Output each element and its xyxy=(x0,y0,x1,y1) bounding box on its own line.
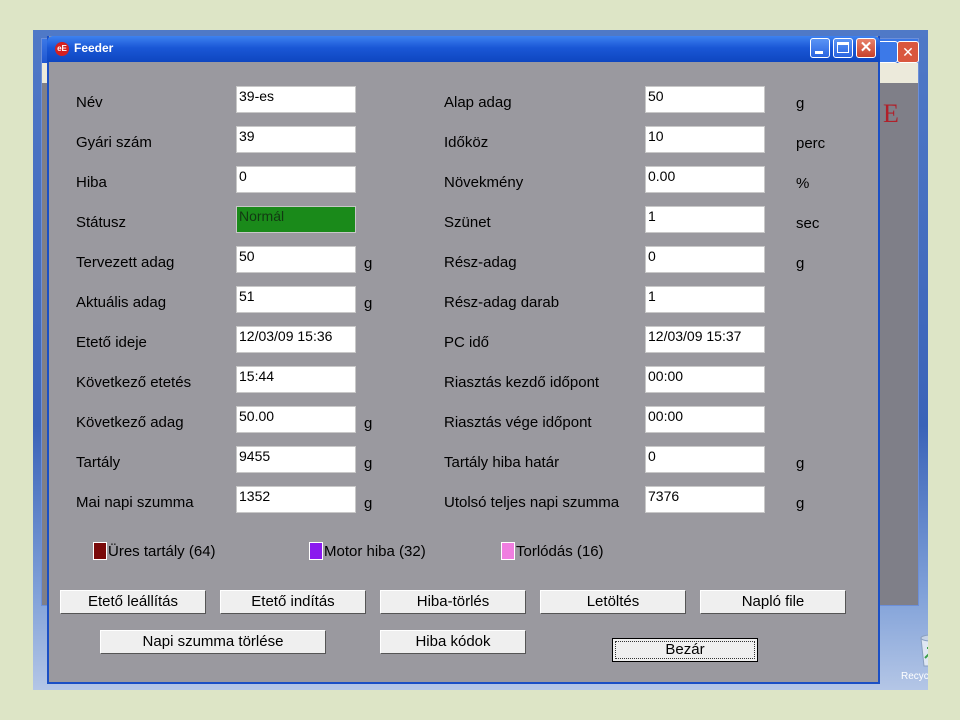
maximize-icon xyxy=(837,42,849,53)
aktualis-adag-field[interactable]: 51 xyxy=(236,286,356,313)
resz-adag-label: Rész-adag xyxy=(444,254,517,271)
kovetkezo-adag-field[interactable]: 50.00 xyxy=(236,406,356,433)
riasztas-kezdo-idopont-field[interactable]: 00:00 xyxy=(645,366,765,393)
statusz-label: Státusz xyxy=(76,214,127,231)
minimize-icon xyxy=(815,51,823,54)
idokoz-label: Időköz xyxy=(444,134,489,151)
mai-napi-szumma-label: Mai napi szumma xyxy=(76,494,194,511)
tartaly-hiba-hatar-field[interactable]: 0 xyxy=(645,446,765,473)
szunet-unit: sec xyxy=(796,215,820,232)
legend-label-motor-hiba: Motor hiba (32) xyxy=(324,543,426,560)
tervezett-adag-label: Tervezett adag xyxy=(76,254,175,271)
idokoz-unit: perc xyxy=(796,135,826,152)
background-close-icon[interactable]: ✕ xyxy=(897,41,919,63)
window-title: Feeder xyxy=(74,41,114,55)
resz-adag-darab-field[interactable]: 1 xyxy=(645,286,765,313)
bezar-button[interactable]: Bezár xyxy=(612,638,758,662)
utolso-teljes-napi-szumma-field[interactable]: 7376 xyxy=(645,486,765,513)
tartaly-hiba-hatar-label: Tartály hiba határ xyxy=(444,454,560,471)
szunet-field[interactable]: 1 xyxy=(645,206,765,233)
aktualis-adag-label: Aktuális adag xyxy=(76,294,167,311)
gyari-szam-label: Gyári szám xyxy=(76,134,152,151)
feeder-window: eE Feeder ✕ Név 39-es Gyári szám 39 Hiba 0 Stá… xyxy=(47,36,880,684)
novekmeny-field[interactable]: 0.00 xyxy=(645,166,765,193)
hiba-field[interactable]: 0 xyxy=(236,166,356,193)
legend-swatch-ures-tartaly xyxy=(93,542,107,560)
hiba-torles-button[interactable]: Hiba-törlés xyxy=(380,590,526,614)
aktualis-adag-unit: g xyxy=(364,295,373,312)
legend-swatch-torlodas xyxy=(501,542,515,560)
eteto-leallitas-button[interactable]: Etető leállítás xyxy=(60,590,206,614)
idokoz-field[interactable]: 10 xyxy=(645,126,765,153)
tartaly-hiba-hatar-unit: g xyxy=(796,455,805,472)
mai-napi-szumma-unit: g xyxy=(364,495,373,512)
alap-adag-unit: g xyxy=(796,95,805,112)
letoltes-button[interactable]: Letöltés xyxy=(540,590,686,614)
title-bar: eE Feeder ✕ xyxy=(47,36,880,62)
legend-label-ures-tartaly: Üres tartály (64) xyxy=(108,543,216,560)
pc-ido-field[interactable]: 12/03/09 15:37 xyxy=(645,326,765,353)
legend-swatch-motor-hiba xyxy=(309,542,323,560)
naplo-file-button[interactable]: Napló file xyxy=(700,590,846,614)
resz-adag-darab-label: Rész-adag darab xyxy=(444,294,560,311)
utolso-teljes-napi-szumma-unit: g xyxy=(796,495,805,512)
hiba-label: Hiba xyxy=(76,174,107,191)
utolso-teljes-napi-szumma-label: Utolsó teljes napi szumma xyxy=(444,494,620,511)
resz-adag-field[interactable]: 0 xyxy=(645,246,765,273)
tervezett-adag-unit: g xyxy=(364,255,373,272)
novekmeny-label: Növekmény xyxy=(444,174,524,191)
close-button[interactable]: ✕ xyxy=(856,38,876,58)
eteto-inditas-button[interactable]: Etető indítás xyxy=(220,590,366,614)
app-icon: eE xyxy=(55,42,69,56)
legend-label-torlodas: Torlódás (16) xyxy=(516,543,604,560)
tartaly-unit: g xyxy=(364,455,373,472)
szunet-label: Szünet xyxy=(444,214,491,231)
eteto-ideje-label: Etető ideje xyxy=(76,334,147,351)
kovetkezo-etetes-label: Következő etetés xyxy=(76,374,192,391)
gyari-szam-field[interactable]: 39 xyxy=(236,126,356,153)
minimize-button[interactable] xyxy=(810,38,830,58)
kovetkezo-adag-unit: g xyxy=(364,415,373,432)
tartaly-field[interactable]: 9455 xyxy=(236,446,356,473)
tartaly-label: Tartály xyxy=(76,454,121,471)
close-icon: ✕ xyxy=(859,39,873,56)
hiba-kodok-button[interactable]: Hiba kódok xyxy=(380,630,526,654)
eteto-ideje-field[interactable]: 12/03/09 15:36 xyxy=(236,326,356,353)
nev-label: Név xyxy=(76,94,103,111)
riasztas-vege-idopont-label: Riasztás vége időpont xyxy=(444,414,592,431)
pc-ido-label: PC idő xyxy=(444,334,490,351)
alap-adag-field[interactable]: 50 xyxy=(645,86,765,113)
statusz-field: Normál xyxy=(236,206,356,233)
kovetkezo-adag-label: Következő adag xyxy=(76,414,184,431)
background-logo-letter: E xyxy=(883,99,899,128)
napi-szumma-torlese-button[interactable]: Napi szumma törlése xyxy=(100,630,326,654)
recycle-bin-icon[interactable] xyxy=(911,630,928,670)
mai-napi-szumma-field[interactable]: 1352 xyxy=(236,486,356,513)
riasztas-kezdo-idopont-label: Riasztás kezdő időpont xyxy=(444,374,600,391)
novekmeny-unit: % xyxy=(796,175,810,192)
recycle-bin-label: Recyc xyxy=(901,671,928,682)
resz-adag-unit: g xyxy=(796,255,805,272)
riasztas-vege-idopont-field[interactable]: 00:00 xyxy=(645,406,765,433)
alap-adag-label: Alap adag xyxy=(444,94,512,111)
tervezett-adag-field[interactable]: 50 xyxy=(236,246,356,273)
maximize-button[interactable] xyxy=(833,38,853,58)
kovetkezo-etetes-field[interactable]: 15:44 xyxy=(236,366,356,393)
nev-field[interactable]: 39-es xyxy=(236,86,356,113)
